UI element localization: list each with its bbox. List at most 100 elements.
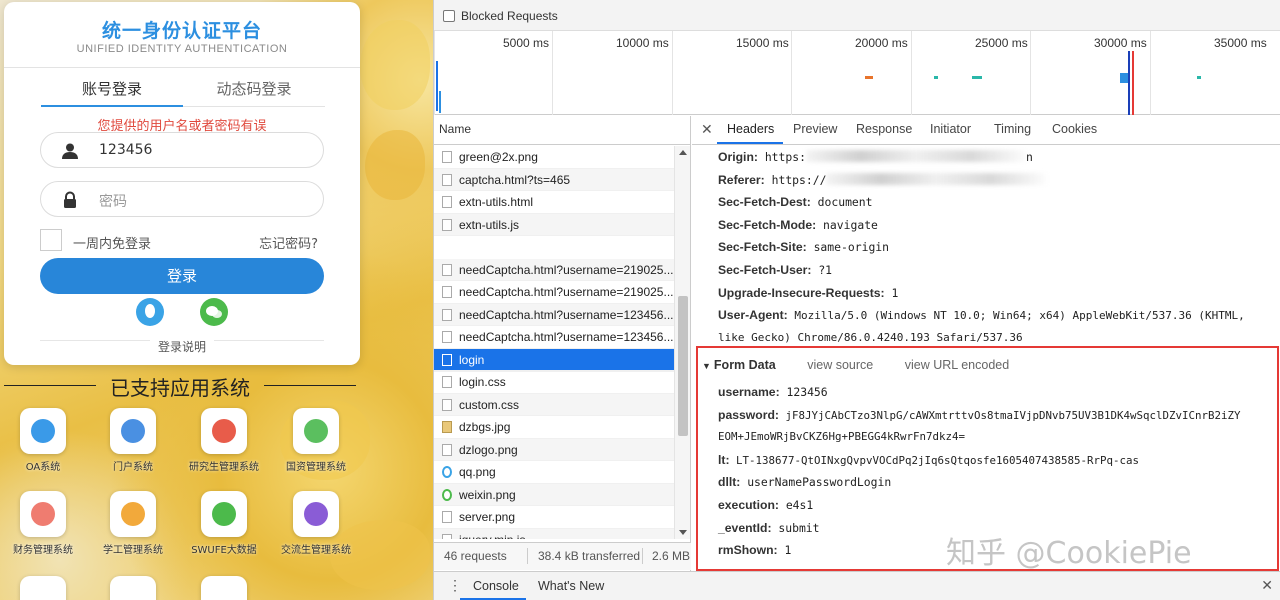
- request-row[interactable]: needCaptcha.html?username=123456...: [434, 326, 674, 349]
- form-field-value: userNamePasswordLogin: [747, 475, 892, 490]
- timeline-gridline: [911, 31, 912, 115]
- app-exchange[interactable]: 交流生管理系统: [270, 491, 362, 556]
- qq-icon: [145, 304, 155, 318]
- view-url-encoded-link[interactable]: view URL encoded: [905, 358, 1009, 372]
- request-row[interactable]: custom.css: [434, 393, 674, 416]
- request-name: extn-utils.html: [459, 195, 534, 209]
- close-icon[interactable]: ✕: [701, 121, 713, 138]
- drawer-tab-bar: ⋮ Console What's New ✕: [434, 571, 1280, 600]
- header-row: Sec-Fetch-Dest: document: [718, 191, 1280, 214]
- file-icon: [442, 286, 452, 298]
- tab-console[interactable]: Console: [473, 579, 519, 593]
- scroll-down-icon[interactable]: [679, 530, 687, 535]
- scroll-thumb[interactable]: [678, 296, 688, 436]
- file-icon: [442, 511, 452, 523]
- network-toolbar: Blocked Requests: [434, 0, 1280, 31]
- app-label: 门户系统: [113, 462, 153, 473]
- timeline-bar: [1197, 76, 1201, 79]
- lock-icon: [64, 191, 76, 208]
- qq-login-button[interactable]: [136, 298, 164, 326]
- request-name: needCaptcha.html?username=219025...: [459, 285, 674, 299]
- form-field-row: execution: e4s1: [718, 494, 1273, 517]
- app-graduate[interactable]: 研究生管理系统: [178, 408, 270, 473]
- header-key: Referer:: [718, 172, 765, 187]
- form-field-value: submit: [778, 520, 820, 535]
- app-portal[interactable]: 门户系统: [87, 408, 179, 473]
- app-label: 交流生管理系统: [281, 545, 351, 556]
- request-row[interactable]: needCaptcha.html?username=219025...: [434, 258, 674, 281]
- header-value: https:: [764, 150, 806, 164]
- active-tab-indicator: [717, 142, 783, 144]
- request-row[interactable]: needCaptcha.html?username=219025...: [434, 281, 674, 304]
- tab-timing[interactable]: Timing: [994, 122, 1031, 136]
- tab-whats-new[interactable]: What's New: [538, 579, 604, 593]
- request-row[interactable]: green@2x.png: [434, 146, 674, 169]
- header-value: navigate: [823, 217, 878, 232]
- request-list-scrollbar[interactable]: [674, 146, 690, 539]
- request-row[interactable]: weixin.png: [434, 483, 674, 506]
- request-name: server.png: [459, 510, 516, 524]
- timeline-marker: [1132, 51, 1134, 115]
- login-page: 统一身份认证平台 UNIFIED IDENTITY AUTHENTICATION…: [0, 0, 433, 600]
- network-overview[interactable]: 5000 ms 10000 ms 15000 ms 20000 ms 25000…: [434, 31, 1280, 115]
- app-tile[interactable]: [178, 576, 270, 600]
- scroll-up-icon[interactable]: [679, 150, 687, 155]
- file-icon: [442, 376, 452, 388]
- blocked-requests-checkbox[interactable]: [443, 10, 455, 22]
- request-row[interactable]: login: [434, 348, 674, 371]
- login-help[interactable]: 登录说明: [4, 338, 360, 355]
- remember-checkbox[interactable]: [40, 229, 62, 251]
- app-student-affairs[interactable]: 学工管理系统: [87, 491, 179, 556]
- tab-dynamic-code-login[interactable]: 动态码登录: [183, 78, 325, 99]
- password-field[interactable]: 密码: [40, 181, 324, 217]
- image-icon: [442, 421, 452, 433]
- timeline-tick-label: 35000 ms: [1214, 36, 1267, 50]
- request-row[interactable]: login.css: [434, 371, 674, 394]
- request-row[interactable]: jquery.min.js: [434, 528, 674, 539]
- request-count: 46 requests: [444, 549, 507, 563]
- request-row[interactable]: extn-utils.js: [434, 213, 674, 236]
- more-options-icon[interactable]: ⋮: [448, 577, 462, 594]
- app-big-data-icon: [212, 502, 236, 526]
- timeline-bar: [436, 61, 438, 111]
- app-tile[interactable]: [87, 576, 179, 600]
- tab-initiator[interactable]: Initiator: [930, 122, 971, 136]
- app-big-data[interactable]: SWUFE大数据: [178, 491, 270, 556]
- tab-response[interactable]: Response: [856, 122, 912, 136]
- timeline-bar: [972, 76, 982, 79]
- app-assets[interactable]: 国资管理系统: [270, 408, 362, 473]
- request-list: green@2x.png captcha.html?ts=465 extn-util…: [434, 146, 674, 539]
- divider: [642, 548, 643, 564]
- header-row: Origin: https: n: [718, 146, 1280, 169]
- login-button[interactable]: 登录: [40, 258, 324, 294]
- form-data-header[interactable]: ▼ Form Data view source view URL encoded: [702, 358, 1009, 372]
- view-source-link[interactable]: view source: [807, 358, 873, 372]
- timeline-bar: [1120, 73, 1128, 83]
- form-field-row: username: 123456: [718, 381, 1273, 404]
- request-row[interactable]: needCaptcha.html?username=123456...: [434, 303, 674, 326]
- request-row[interactable]: dzlogo.png: [434, 438, 674, 461]
- tab-cookies[interactable]: Cookies: [1052, 122, 1097, 136]
- app-tile[interactable]: [0, 576, 89, 600]
- collapse-triangle-icon[interactable]: ▼: [702, 361, 711, 371]
- request-row[interactable]: captcha.html?ts=465: [434, 168, 674, 191]
- tab-account-login[interactable]: 账号登录: [41, 78, 183, 99]
- request-row[interactable]: server.png: [434, 506, 674, 529]
- request-row[interactable]: extn-utils.html: [434, 191, 674, 214]
- close-icon[interactable]: ✕: [1261, 577, 1273, 594]
- request-row[interactable]: qq.png: [434, 461, 674, 484]
- username-field[interactable]: 123456: [40, 132, 324, 168]
- login-help-label[interactable]: 登录说明: [149, 340, 214, 354]
- app-finance[interactable]: 财务管理系统: [0, 491, 89, 556]
- tab-preview[interactable]: Preview: [793, 122, 837, 136]
- header-key: Sec-Fetch-Dest:: [718, 195, 811, 210]
- file-icon: [442, 308, 452, 321]
- tab-headers[interactable]: Headers: [727, 122, 774, 136]
- form-field-key: dllt:: [718, 475, 741, 490]
- request-row[interactable]: dzbgs.jpg: [434, 416, 674, 439]
- forgot-password-link[interactable]: 忘记密码?: [259, 233, 318, 252]
- name-column-header[interactable]: Name: [434, 116, 690, 145]
- header-value: https://: [771, 172, 827, 187]
- app-oa[interactable]: OA系统: [0, 408, 89, 473]
- wechat-login-button[interactable]: [200, 298, 228, 326]
